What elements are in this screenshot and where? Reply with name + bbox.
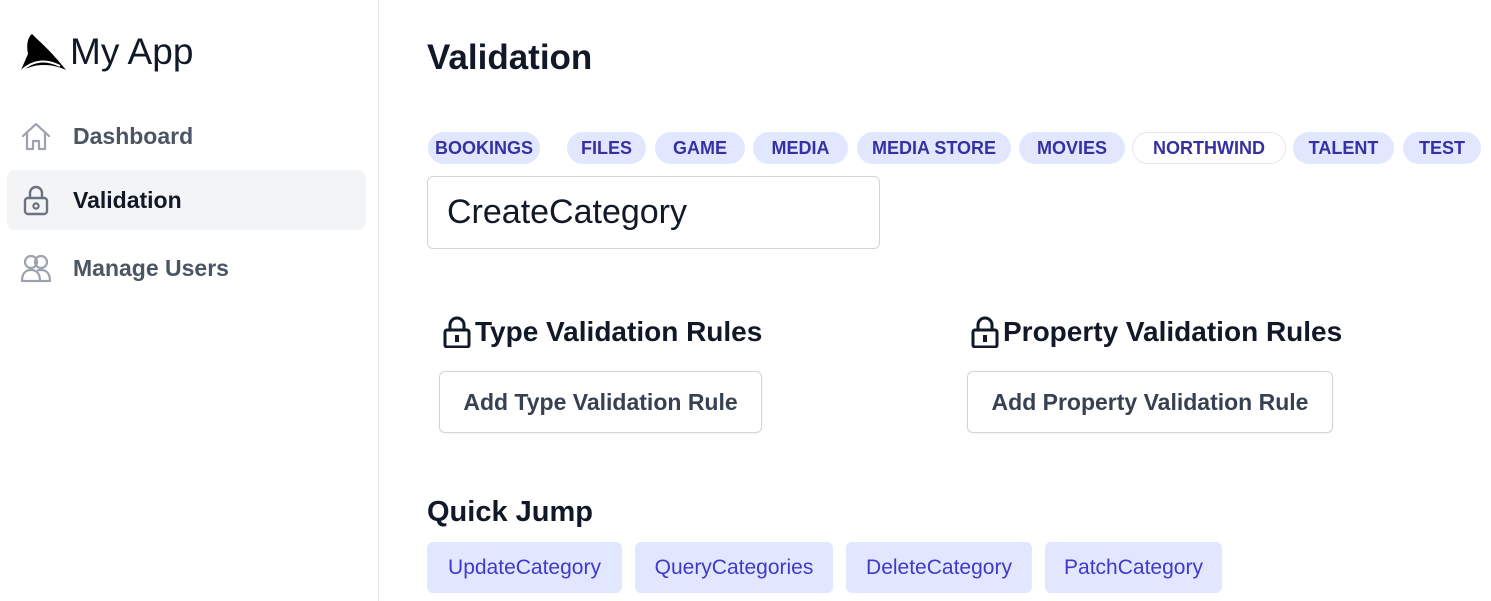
tab-files[interactable]: FILES — [567, 132, 646, 164]
tab-movies[interactable]: MOVIES — [1019, 132, 1125, 164]
sidebar-item-label: Dashboard — [73, 122, 194, 149]
add-type-validation-rule-button[interactable]: Add Type Validation Rule — [439, 371, 762, 433]
quick-jump-link-patchcategory[interactable]: PatchCategory — [1045, 542, 1222, 593]
type-validation-title: Type Validation Rules — [475, 316, 763, 347]
lock-icon — [23, 185, 49, 216]
quick-jump-link-querycategories[interactable]: QueryCategories — [635, 542, 833, 593]
tab-media[interactable]: MEDIA — [753, 132, 848, 164]
home-icon — [21, 122, 51, 151]
tab-bookings[interactable]: BOOKINGS — [428, 132, 540, 164]
sidebar-item-label: Validation — [73, 186, 182, 213]
tab-media-store[interactable]: MEDIA STORE — [857, 132, 1011, 164]
quick-jump-link-deletecategory[interactable]: DeleteCategory — [846, 542, 1032, 593]
property-validation-title: Property Validation Rules — [1003, 316, 1343, 347]
app-name: My App — [70, 31, 194, 72]
page-title: Validation — [427, 38, 593, 77]
tab-game[interactable]: GAME — [655, 132, 745, 164]
lock-icon — [971, 316, 999, 348]
app-brand[interactable]: My App — [20, 30, 193, 74]
sidebar-item-label: Manage Users — [73, 254, 229, 281]
quick-jump-title: Quick Jump — [427, 496, 593, 528]
property-validation-heading: Property Validation Rules — [971, 312, 1342, 352]
type-validation-heading: Type Validation Rules — [443, 312, 762, 352]
quick-jump-link-updatecategory[interactable]: UpdateCategory — [427, 542, 622, 593]
sidebar: My App Dashboard Validation Manage Users — [0, 0, 379, 601]
sidebar-item-dashboard[interactable]: Dashboard — [7, 106, 366, 166]
tab-test[interactable]: TEST — [1403, 132, 1481, 164]
sidebar-item-validation[interactable]: Validation — [7, 170, 366, 230]
shark-fin-logo-icon — [21, 34, 66, 71]
users-icon — [20, 254, 52, 283]
operation-search-input[interactable] — [427, 176, 880, 249]
add-property-validation-rule-button[interactable]: Add Property Validation Rule — [967, 371, 1333, 433]
sidebar-item-manage-users[interactable]: Manage Users — [7, 238, 366, 298]
lock-icon — [443, 316, 471, 348]
tab-talent[interactable]: TALENT — [1293, 132, 1394, 164]
tab-northwind[interactable]: NORTHWIND — [1132, 132, 1286, 164]
